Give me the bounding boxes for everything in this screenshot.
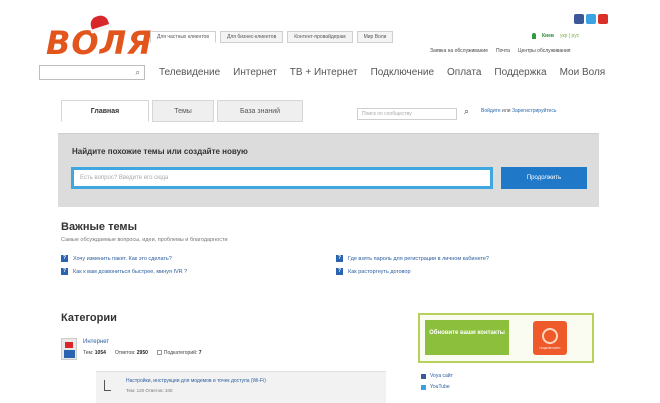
- topic-link[interactable]: Где взять пароль для регистрации в лично…: [348, 256, 489, 262]
- tab-content-providers[interactable]: Контент-провайдерам: [287, 31, 353, 43]
- youtube-icon[interactable]: [598, 14, 608, 24]
- topic-item[interactable]: ? Где взять пароль для регистрации в лич…: [336, 255, 489, 262]
- search-icon[interactable]: ⌕: [136, 69, 140, 77]
- social-links: [574, 14, 608, 24]
- twitter-icon: [421, 384, 426, 390]
- document-icon: [104, 380, 111, 391]
- tab-home[interactable]: Главная: [61, 100, 149, 122]
- mail-link[interactable]: Почта: [496, 48, 510, 54]
- nav-item-internet[interactable]: Интернет: [233, 67, 277, 78]
- follow-youtube-link[interactable]: YouTube: [421, 384, 450, 390]
- nav-item-support[interactable]: Поддержка: [494, 67, 546, 78]
- important-topics-subtitle: Самые обсуждаемые вопросы, идеи, проблем…: [61, 237, 228, 243]
- nav-item-connection[interactable]: Подключение: [371, 67, 434, 78]
- subcategory-title-link[interactable]: Настройки, инструкции для модемов и точе…: [126, 378, 266, 384]
- question-icon: ?: [61, 255, 68, 262]
- subcategory-meta: Тем: 120 Ответов: 340: [126, 388, 173, 393]
- nav-item-payment[interactable]: Оплата: [447, 67, 481, 78]
- main-nav: Телевидение Интернет ТВ + Интернет Подкл…: [159, 67, 605, 78]
- topic-link[interactable]: Как расторгнуть договор: [348, 269, 411, 275]
- ask-title: Найдите похожие темы или создайте новую: [72, 147, 248, 156]
- nav-item-my-volia[interactable]: Мои Воля: [560, 67, 606, 78]
- register-link[interactable]: Зарегистрируйтесь: [512, 108, 556, 114]
- question-icon: ?: [336, 268, 343, 275]
- nav-item-tv[interactable]: Телевидение: [159, 67, 220, 78]
- continue-button[interactable]: Продолжить: [501, 167, 587, 189]
- tab-business-clients[interactable]: Для бизнес-клиентов: [220, 31, 284, 43]
- topic-item[interactable]: ? Как расторгнуть договор: [336, 268, 411, 275]
- nav-item-tv-internet[interactable]: ТВ + Интернет: [290, 67, 358, 78]
- category-stats: Тем: 1054 Ответов: 2950 Подкатегорий: 7: [83, 350, 201, 356]
- subcategory-row[interactable]: Настройки, инструкции для модемов и точе…: [96, 371, 386, 403]
- connect-caption: ПОДКЛЮЧИТЬ: [539, 346, 561, 350]
- tab-world-of-volia[interactable]: Мир Воли: [356, 31, 394, 43]
- twitter-icon[interactable]: [586, 14, 596, 24]
- service-request-link[interactable]: Заявка на обслуживание: [430, 48, 488, 54]
- tab-knowledge-base[interactable]: База знаний: [217, 100, 303, 122]
- auth-links: Войдите или Зарегистрируйтесь: [481, 108, 556, 114]
- topic-link[interactable]: Хочу изменить пакет. Как это сделать?: [73, 256, 172, 262]
- themes-count: Тем: 1054: [83, 350, 106, 356]
- location-pin-icon: [532, 33, 536, 39]
- subcategories-count: Подкатегорий: 7: [156, 350, 201, 356]
- ask-question-panel: Найдите похожие темы или создайте новую …: [58, 133, 599, 207]
- logo[interactable]: ВОЛЯ: [46, 13, 153, 62]
- internet-category-icon[interactable]: [61, 338, 77, 360]
- topic-item[interactable]: ? Как к вам дозвониться быстрее, минуя I…: [61, 268, 187, 275]
- follow-site-link[interactable]: Voya сайт: [421, 373, 453, 379]
- topic-link[interactable]: Как к вам дозвониться быстрее, минуя IVR…: [73, 269, 187, 275]
- categories-title: Категории: [61, 312, 117, 324]
- power-icon: [542, 328, 558, 344]
- city-link[interactable]: Киев: [542, 33, 554, 39]
- search-icon[interactable]: ⌕: [464, 106, 469, 117]
- santa-hat-icon: [88, 13, 110, 31]
- topic-item[interactable]: ? Хочу изменить пакет. Как это сделать?: [61, 255, 172, 262]
- tab-private-clients[interactable]: Для частных клиентов: [150, 31, 216, 43]
- update-contacts-banner[interactable]: Обновите ваши контакты: [425, 320, 509, 355]
- connect-banner[interactable]: ПОДКЛЮЧИТЬ: [533, 321, 567, 355]
- header-sub-links: Заявка на обслуживание Почта Центры обсл…: [430, 48, 571, 54]
- facebook-icon: [421, 373, 426, 379]
- question-input[interactable]: Есть вопрос? Введите его сюда: [71, 167, 493, 189]
- folder-icon: [156, 350, 162, 356]
- language-switch[interactable]: укр | рус: [560, 33, 579, 39]
- site-search-input[interactable]: ⌕: [39, 65, 145, 80]
- important-topics-title: Важные темы: [61, 221, 137, 233]
- city-selector: Киев укр | рус: [532, 33, 579, 39]
- question-icon: ?: [61, 268, 68, 275]
- or-label: или: [502, 108, 511, 114]
- community-search-input[interactable]: Поиск по сообществу: [357, 108, 457, 120]
- category-name-link[interactable]: Интернет: [83, 339, 109, 345]
- question-icon: ?: [336, 255, 343, 262]
- tab-topics[interactable]: Темы: [152, 100, 214, 122]
- login-link[interactable]: Войдите: [481, 108, 501, 114]
- audience-tabs: Для частных клиентов Для бизнес-клиентов…: [150, 31, 394, 43]
- facebook-icon[interactable]: [574, 14, 584, 24]
- promo-banner[interactable]: Обновите ваши контакты ПОДКЛЮЧИТЬ: [418, 313, 594, 363]
- forum-tabs: Главная Темы База знаний: [61, 100, 303, 122]
- answers-count: Ответов: 2950: [114, 350, 148, 356]
- service-centers-link[interactable]: Центры обслуживания: [518, 48, 571, 54]
